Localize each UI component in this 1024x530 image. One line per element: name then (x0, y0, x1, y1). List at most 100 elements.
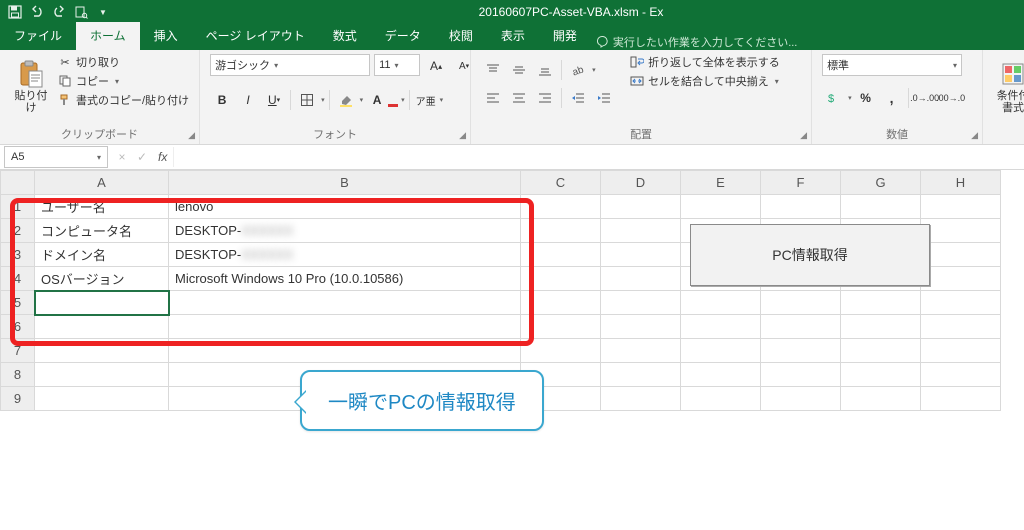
fx-icon[interactable]: fx (158, 150, 167, 164)
dialog-launcher-icon[interactable]: ◢ (971, 130, 978, 141)
row-header[interactable]: 3 (1, 243, 35, 267)
cell[interactable] (521, 339, 601, 363)
tab-review[interactable]: 校閲 (435, 22, 487, 50)
cell[interactable] (761, 291, 841, 315)
undo-icon[interactable] (30, 5, 44, 19)
cell[interactable] (921, 387, 1001, 411)
wrap-text-button[interactable]: 折り返して全体を表示する (630, 54, 780, 70)
cell[interactable] (601, 243, 681, 267)
fill-color-button[interactable] (334, 88, 358, 112)
select-all-corner[interactable] (1, 171, 35, 195)
cell[interactable] (681, 339, 761, 363)
col-header[interactable]: E (681, 171, 761, 195)
cell[interactable] (681, 291, 761, 315)
cell[interactable]: OSバージョン (35, 267, 169, 291)
cell[interactable] (761, 339, 841, 363)
cell[interactable] (681, 387, 761, 411)
cell[interactable] (601, 315, 681, 339)
col-header[interactable]: A (35, 171, 169, 195)
merge-center-button[interactable]: セルを結合して中央揃え▾ (630, 73, 780, 89)
enter-icon[interactable]: ✓ (132, 150, 152, 164)
phonetic-button[interactable]: ア亜 (414, 88, 438, 112)
cell[interactable] (521, 195, 601, 219)
comma-format-button[interactable]: , (880, 86, 904, 110)
cell[interactable] (761, 363, 841, 387)
cell[interactable] (761, 315, 841, 339)
format-painter-button[interactable]: 書式のコピー/貼り付け (58, 92, 189, 108)
align-bottom-icon[interactable] (533, 58, 557, 82)
cell[interactable] (921, 291, 1001, 315)
cell[interactable]: ドメイン名 (35, 243, 169, 267)
cell[interactable] (169, 315, 521, 339)
row-header[interactable]: 4 (1, 267, 35, 291)
cell[interactable] (681, 363, 761, 387)
cell[interactable] (35, 387, 169, 411)
cancel-icon[interactable]: × (112, 150, 132, 164)
cell[interactable] (761, 195, 841, 219)
increase-decimal-icon[interactable]: .0→.00 (913, 86, 937, 110)
copy-button[interactable]: コピー▾ (58, 73, 189, 89)
font-color-button[interactable]: A (365, 88, 389, 112)
tab-home[interactable]: ホーム (76, 22, 140, 50)
cell[interactable]: lenovo (169, 195, 521, 219)
cell[interactable] (921, 339, 1001, 363)
cell[interactable] (601, 195, 681, 219)
accounting-format-icon[interactable]: $ (822, 86, 846, 110)
cell[interactable] (521, 315, 601, 339)
cell[interactable] (921, 315, 1001, 339)
number-format-combo[interactable]: 標準▾ (822, 54, 962, 76)
cell[interactable] (521, 243, 601, 267)
dialog-launcher-icon[interactable]: ◢ (188, 130, 195, 141)
row-header[interactable]: 6 (1, 315, 35, 339)
col-header[interactable]: G (841, 171, 921, 195)
cut-button[interactable]: ✂切り取り (58, 54, 189, 70)
cell[interactable] (601, 363, 681, 387)
cell[interactable] (35, 315, 169, 339)
row-header[interactable]: 7 (1, 339, 35, 363)
cell[interactable] (841, 291, 921, 315)
active-cell[interactable] (35, 291, 169, 315)
borders-button[interactable] (295, 88, 319, 112)
tab-file[interactable]: ファイル (0, 22, 76, 50)
align-top-icon[interactable] (481, 58, 505, 82)
save-icon[interactable] (8, 5, 22, 19)
bold-button[interactable]: B (210, 88, 234, 112)
tab-page-layout[interactable]: ページ レイアウト (192, 22, 319, 50)
decrease-indent-icon[interactable] (566, 86, 590, 110)
cell[interactable]: ユーザー名 (35, 195, 169, 219)
tab-view[interactable]: 表示 (487, 22, 539, 50)
print-preview-icon[interactable] (74, 5, 88, 19)
row-header[interactable]: 1 (1, 195, 35, 219)
row-header[interactable]: 8 (1, 363, 35, 387)
col-header[interactable]: F (761, 171, 841, 195)
cell[interactable] (601, 291, 681, 315)
cell[interactable] (601, 387, 681, 411)
cell[interactable] (521, 219, 601, 243)
cell[interactable] (601, 339, 681, 363)
align-middle-icon[interactable] (507, 58, 531, 82)
cell[interactable] (601, 219, 681, 243)
cell[interactable] (169, 339, 521, 363)
dialog-launcher-icon[interactable]: ◢ (459, 130, 466, 141)
cell[interactable] (761, 387, 841, 411)
align-center-icon[interactable] (507, 86, 531, 110)
align-left-icon[interactable] (481, 86, 505, 110)
cell[interactable] (521, 267, 601, 291)
cell[interactable]: Microsoft Windows 10 Pro (10.0.10586) (169, 267, 521, 291)
macro-button-pc-info[interactable]: PC情報取得 (690, 224, 930, 286)
increase-font-icon[interactable]: A▴ (424, 54, 448, 78)
redo-icon[interactable] (52, 5, 66, 19)
cell[interactable] (921, 363, 1001, 387)
dialog-launcher-icon[interactable]: ◢ (800, 130, 807, 141)
tab-developer[interactable]: 開発 (539, 22, 591, 50)
paste-button[interactable]: 貼り付け (10, 54, 52, 120)
percent-format-button[interactable]: % (854, 86, 878, 110)
cell[interactable] (169, 291, 521, 315)
orientation-icon[interactable]: ab (566, 58, 590, 82)
row-header[interactable]: 2 (1, 219, 35, 243)
tab-formulas[interactable]: 数式 (319, 22, 371, 50)
cell[interactable] (921, 243, 1001, 267)
cell[interactable] (681, 315, 761, 339)
tell-me[interactable]: 実行したい作業を入力してください... (597, 34, 798, 50)
cell[interactable] (921, 219, 1001, 243)
